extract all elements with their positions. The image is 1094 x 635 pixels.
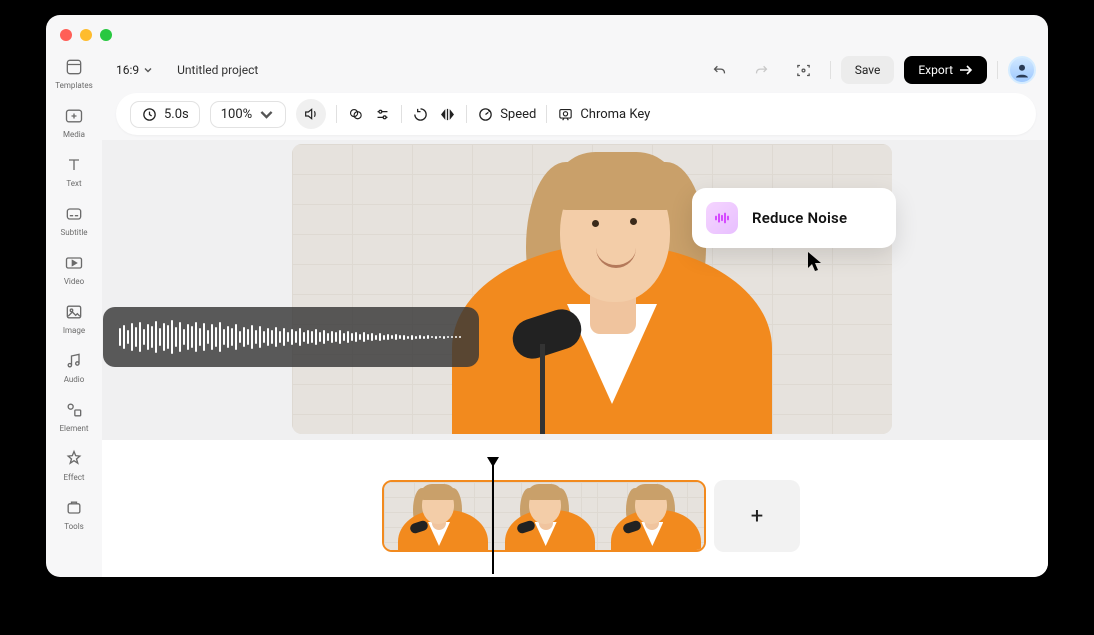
audio-waveform-overlay[interactable]	[103, 307, 479, 367]
scan-icon	[795, 62, 812, 79]
save-button[interactable]: Save	[841, 56, 895, 84]
element-icon	[64, 400, 84, 420]
sidebar-item-label: Subtitle	[60, 228, 87, 237]
sidebar-item-label: Tools	[64, 522, 84, 531]
video-icon	[64, 253, 84, 273]
add-clip-button[interactable]: +	[714, 480, 800, 552]
sidebar: Templates Media Text Subtitle Video Imag…	[46, 47, 102, 577]
aspect-ratio-dropdown[interactable]: 16:9	[116, 63, 153, 77]
sidebar-item-label: Effect	[64, 473, 85, 482]
audio-icon	[64, 351, 84, 371]
sidebar-item-templates[interactable]: Templates	[55, 57, 92, 90]
speed-label: Speed	[500, 107, 536, 122]
divider	[336, 105, 337, 123]
export-label: Export	[918, 63, 953, 77]
sidebar-item-label: Text	[66, 179, 81, 188]
sidebar-item-audio[interactable]: Audio	[64, 351, 85, 384]
sidebar-item-label: Video	[64, 277, 84, 286]
chevron-down-icon	[143, 65, 153, 75]
volume-button[interactable]	[296, 99, 326, 129]
zoom-dropdown[interactable]: 100%	[210, 101, 286, 128]
topbar: 16:9 Untitled project Save Export	[116, 51, 1036, 89]
sidebar-item-element[interactable]: Element	[59, 400, 88, 433]
color-circles-icon	[347, 106, 364, 123]
divider	[830, 61, 831, 79]
sidebar-item-media[interactable]: Media	[63, 106, 85, 139]
sidebar-item-label: Audio	[64, 375, 85, 384]
sidebar-item-label: Templates	[55, 81, 92, 90]
window-controls	[60, 29, 112, 41]
app-window: Templates Media Text Subtitle Video Imag…	[46, 15, 1048, 577]
divider	[546, 105, 547, 123]
sidebar-item-text[interactable]: Text	[64, 155, 84, 188]
divider	[997, 61, 998, 79]
chevron-down-icon	[258, 106, 275, 123]
arrow-right-icon	[959, 64, 973, 76]
rotate-icon	[412, 106, 429, 123]
scan-crop-button[interactable]	[788, 54, 820, 86]
close-window-icon[interactable]	[60, 29, 72, 41]
sidebar-item-label: Image	[63, 326, 85, 335]
duration-chip[interactable]: 5.0s	[130, 101, 200, 128]
popup-label: Reduce Noise	[752, 209, 847, 227]
effect-icon	[64, 449, 84, 469]
timeline-clip[interactable]	[382, 480, 706, 552]
subtitle-icon	[64, 204, 84, 224]
timeline: +	[102, 440, 1048, 577]
maximize-window-icon[interactable]	[100, 29, 112, 41]
media-icon	[64, 106, 84, 126]
speedometer-icon	[477, 106, 494, 123]
rotate-button[interactable]	[412, 106, 429, 123]
sidebar-item-label: Element	[59, 424, 88, 433]
chroma-key-button[interactable]: Chroma Key	[557, 106, 650, 123]
sidebar-item-video[interactable]: Video	[64, 253, 84, 286]
chroma-label: Chroma Key	[580, 107, 650, 122]
minimize-window-icon[interactable]	[80, 29, 92, 41]
cursor-icon	[806, 250, 826, 277]
add-clip-label: +	[751, 504, 763, 529]
divider	[401, 105, 402, 123]
redo-button[interactable]	[746, 54, 778, 86]
tools-icon	[64, 498, 84, 518]
sidebar-item-image[interactable]: Image	[63, 302, 85, 335]
flip-icon	[439, 106, 456, 123]
redo-icon	[753, 62, 770, 79]
undo-icon	[711, 62, 728, 79]
canvas-area	[102, 140, 1048, 440]
sidebar-item-tools[interactable]: Tools	[64, 498, 84, 531]
reduce-noise-popup[interactable]: Reduce Noise	[692, 188, 896, 248]
sliders-icon	[374, 106, 391, 123]
speed-button[interactable]: Speed	[477, 106, 536, 123]
waveform-icon	[706, 202, 738, 234]
text-icon	[64, 155, 84, 175]
templates-icon	[64, 57, 84, 77]
volume-icon	[303, 106, 319, 122]
color-button[interactable]	[347, 106, 364, 123]
project-title[interactable]: Untitled project	[177, 63, 258, 77]
toolbar: 5.0s 100% Speed Chroma Key	[116, 93, 1036, 135]
undo-button[interactable]	[704, 54, 736, 86]
playhead[interactable]	[492, 464, 494, 574]
sidebar-item-effect[interactable]: Effect	[64, 449, 85, 482]
export-button[interactable]: Export	[904, 56, 987, 84]
duration-value: 5.0s	[164, 107, 189, 122]
avatar-icon	[1013, 61, 1031, 79]
aspect-ratio-value: 16:9	[116, 63, 139, 77]
adjust-button[interactable]	[374, 106, 391, 123]
sidebar-item-subtitle[interactable]: Subtitle	[60, 204, 87, 237]
zoom-value: 100%	[221, 107, 252, 122]
clock-icon	[141, 106, 158, 123]
flip-button[interactable]	[439, 106, 456, 123]
chroma-icon	[557, 106, 574, 123]
sidebar-item-label: Media	[63, 130, 85, 139]
image-icon	[64, 302, 84, 322]
user-avatar[interactable]	[1008, 56, 1036, 84]
divider	[466, 105, 467, 123]
